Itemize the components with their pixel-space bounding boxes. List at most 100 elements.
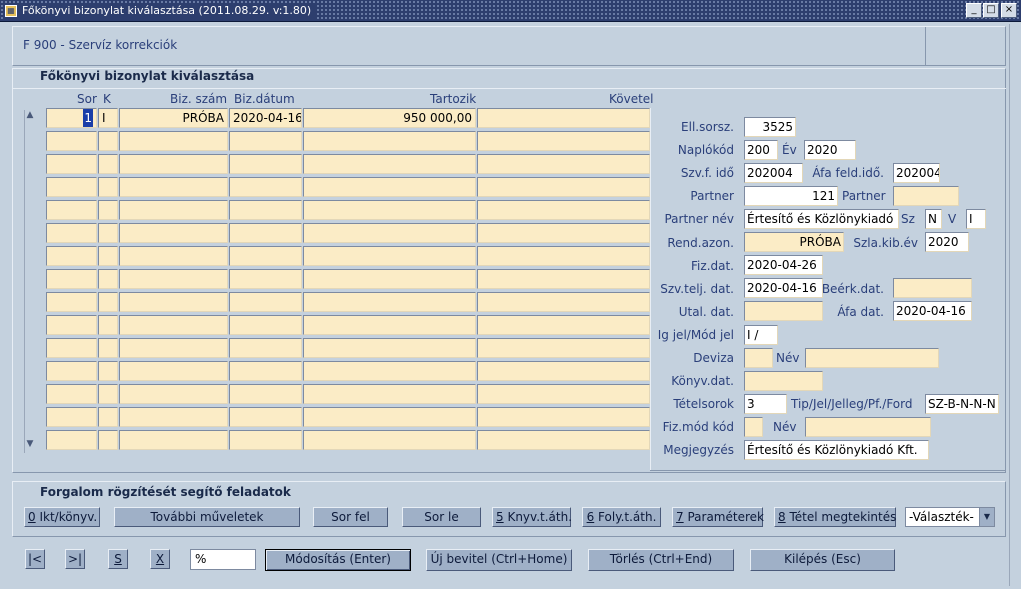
- field-szv-telj-dat[interactable]: 2020-04-16: [744, 278, 823, 298]
- sor-le-button[interactable]: Sor le: [402, 507, 481, 527]
- empty-grid-cell[interactable]: [477, 430, 650, 450]
- field-nev-2[interactable]: [805, 417, 931, 437]
- field-fiz-mod-kod[interactable]: [744, 417, 763, 437]
- empty-grid-cell[interactable]: [477, 200, 650, 220]
- empty-grid-cell[interactable]: [303, 177, 476, 197]
- field-sz[interactable]: N: [925, 209, 942, 229]
- field-megjegyzes[interactable]: Értesítő és Közlönykiadó Kft.: [744, 440, 929, 460]
- empty-grid-cell[interactable]: [229, 223, 302, 243]
- empty-grid-cell[interactable]: [46, 315, 97, 335]
- empty-grid-cell[interactable]: [46, 246, 97, 266]
- window-scrollbar[interactable]: [1009, 24, 1021, 586]
- empty-grid-cell[interactable]: [46, 200, 97, 220]
- field-afa-dat[interactable]: 2020-04-16: [893, 301, 972, 321]
- search-input[interactable]: %: [190, 549, 256, 570]
- empty-grid-cell[interactable]: [119, 292, 228, 312]
- empty-grid-cell[interactable]: [303, 292, 476, 312]
- field-partner-nev[interactable]: Értesítő és Közlönykiadó Kft.: [744, 209, 899, 229]
- empty-grid-cell[interactable]: [119, 407, 228, 427]
- empty-grid-cell[interactable]: [477, 269, 650, 289]
- last-record-button[interactable]: >|: [65, 549, 85, 569]
- grid-scrollbar[interactable]: [24, 110, 36, 453]
- field-v[interactable]: I: [966, 209, 986, 229]
- empty-grid-cell[interactable]: [46, 154, 97, 174]
- empty-grid-cell[interactable]: [119, 131, 228, 151]
- uj-bevitel-button[interactable]: Új bevitel (Ctrl+Home): [426, 549, 572, 571]
- empty-grid-cell[interactable]: [119, 430, 228, 450]
- empty-grid-cell[interactable]: [303, 131, 476, 151]
- empty-grid-cell[interactable]: [119, 223, 228, 243]
- empty-grid-cell[interactable]: [477, 292, 650, 312]
- field-partner-2[interactable]: [893, 186, 959, 206]
- empty-grid-cell[interactable]: [477, 177, 650, 197]
- empty-grid-cell[interactable]: [303, 154, 476, 174]
- empty-grid-cell[interactable]: [229, 338, 302, 358]
- empty-grid-cell[interactable]: [229, 177, 302, 197]
- empty-grid-cell[interactable]: [303, 338, 476, 358]
- empty-grid-cell[interactable]: [303, 246, 476, 266]
- empty-grid-cell[interactable]: [119, 315, 228, 335]
- tetel-megtekintes-button[interactable]: 8 Tétel megtekintés: [774, 507, 896, 527]
- empty-grid-cell[interactable]: [46, 223, 97, 243]
- maximize-button[interactable]: □: [983, 3, 999, 18]
- field-tip-jel[interactable]: SZ-B-N-N-N: [925, 394, 999, 414]
- field-fiz-dat[interactable]: 2020-04-26: [744, 255, 823, 275]
- empty-grid-cell[interactable]: [303, 430, 476, 450]
- sor-fel-button[interactable]: Sor fel: [313, 507, 388, 527]
- empty-grid-cell[interactable]: [477, 384, 650, 404]
- field-utal-dat[interactable]: [744, 301, 823, 321]
- empty-grid-cell[interactable]: [46, 361, 97, 381]
- s-button[interactable]: S: [108, 549, 128, 569]
- empty-grid-cell[interactable]: [303, 361, 476, 381]
- empty-grid-cell[interactable]: [46, 292, 97, 312]
- field-nev-1[interactable]: [805, 348, 939, 368]
- empty-grid-cell[interactable]: [229, 430, 302, 450]
- empty-grid-cell[interactable]: [98, 269, 118, 289]
- empty-grid-cell[interactable]: [46, 131, 97, 151]
- empty-grid-cell[interactable]: [229, 131, 302, 151]
- field-ev[interactable]: 2020: [804, 140, 856, 160]
- x-button[interactable]: X: [150, 549, 170, 569]
- field-tetelsorok[interactable]: 3: [744, 394, 787, 414]
- empty-grid-cell[interactable]: [303, 269, 476, 289]
- chevron-down-icon[interactable]: ▼: [979, 508, 994, 526]
- empty-grid-cell[interactable]: [46, 338, 97, 358]
- field-beerk-dat[interactable]: [893, 278, 972, 298]
- empty-grid-cell[interactable]: [98, 246, 118, 266]
- modositas-button[interactable]: Módosítás (Enter): [265, 549, 411, 571]
- empty-grid-cell[interactable]: [119, 384, 228, 404]
- empty-grid-cell[interactable]: [303, 223, 476, 243]
- empty-grid-cell[interactable]: [477, 223, 650, 243]
- empty-grid-cell[interactable]: [119, 200, 228, 220]
- field-rend-azon[interactable]: PRÓBA: [744, 232, 844, 252]
- cell-k[interactable]: I: [98, 108, 118, 128]
- empty-grid-cell[interactable]: [229, 269, 302, 289]
- empty-grid-cell[interactable]: [229, 361, 302, 381]
- cell-sor[interactable]: 1: [46, 108, 97, 128]
- field-szvf-ido[interactable]: 202004: [744, 163, 803, 183]
- empty-grid-cell[interactable]: [229, 200, 302, 220]
- empty-grid-cell[interactable]: [477, 246, 650, 266]
- empty-grid-cell[interactable]: [98, 131, 118, 151]
- empty-grid-cell[interactable]: [229, 246, 302, 266]
- empty-grid-cell[interactable]: [229, 407, 302, 427]
- empty-grid-cell[interactable]: [98, 407, 118, 427]
- first-record-button[interactable]: |<: [25, 549, 45, 569]
- field-szla-kib-ev[interactable]: 2020: [925, 232, 969, 252]
- kilepes-button[interactable]: Kilépés (Esc): [750, 549, 895, 571]
- empty-grid-cell[interactable]: [303, 200, 476, 220]
- empty-grid-cell[interactable]: [303, 315, 476, 335]
- close-button[interactable]: ×: [1001, 3, 1017, 18]
- field-deviza[interactable]: [744, 348, 773, 368]
- foly-t-ath-button[interactable]: 6 Foly.t.áth.: [582, 507, 661, 527]
- empty-grid-cell[interactable]: [98, 384, 118, 404]
- empty-grid-cell[interactable]: [119, 177, 228, 197]
- empty-grid-cell[interactable]: [119, 269, 228, 289]
- empty-grid-cell[interactable]: [98, 361, 118, 381]
- empty-grid-cell[interactable]: [98, 292, 118, 312]
- empty-grid-cell[interactable]: [98, 223, 118, 243]
- cell-kovetel[interactable]: [477, 108, 650, 128]
- scroll-up-icon[interactable]: ▲: [24, 109, 36, 121]
- empty-grid-cell[interactable]: [46, 384, 97, 404]
- empty-grid-cell[interactable]: [477, 338, 650, 358]
